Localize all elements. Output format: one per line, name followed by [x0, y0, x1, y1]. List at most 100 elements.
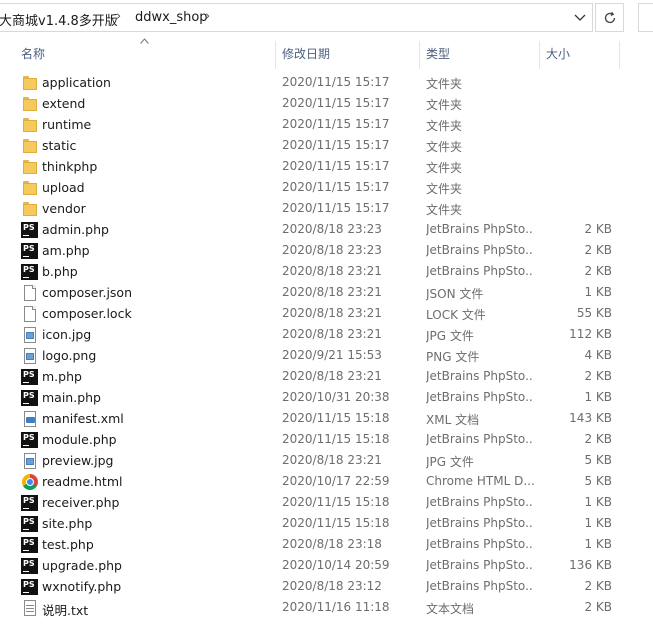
file-row[interactable]: thinkphp 2020/11/15 15:17 文件夹	[0, 157, 653, 178]
file-row[interactable]: icon.jpg 2020/8/18 23:21 JPG 文件 112 KB	[0, 325, 653, 346]
breadcrumb-parent[interactable]: 大商城v1.4.8多开版	[0, 10, 118, 29]
chevron-down-icon[interactable]	[567, 4, 592, 31]
file-date: 2020/11/15 15:17	[282, 117, 390, 131]
file-name: static	[42, 138, 77, 153]
phpstorm-icon: PS	[21, 264, 38, 280]
file-row[interactable]: runtime 2020/11/15 15:17 文件夹	[0, 115, 653, 136]
file-row[interactable]: PS module.php 2020/11/15 15:18 JetBrains Ph…	[0, 430, 653, 451]
breadcrumb-separator-icon[interactable]: ›	[205, 9, 210, 24]
file-row[interactable]: logo.png 2020/9/21 15:53 PNG 文件 4 KB	[0, 346, 653, 367]
file-date: 2020/11/15 15:17	[282, 201, 390, 215]
file-type: 文件夹	[426, 119, 463, 133]
refresh-button[interactable]	[595, 3, 624, 32]
file-date: 2020/10/17 22:59	[282, 474, 390, 488]
file-type: JetBrains PhpSto...	[426, 390, 534, 404]
file-name: vendor	[42, 201, 86, 216]
file-type: JetBrains PhpSto...	[426, 579, 534, 593]
file-name: upload	[42, 180, 85, 195]
file-type: JSON 文件	[426, 287, 484, 301]
folder-icon	[21, 117, 38, 133]
phpstorm-icon: PS	[21, 222, 38, 238]
file-row[interactable]: static 2020/11/15 15:17 文件夹	[0, 136, 653, 157]
file-row[interactable]: PS upgrade.php 2020/10/14 20:59 JetBrains P…	[0, 556, 653, 577]
file-row[interactable]: PS site.php 2020/11/15 15:18 JetBrains PhpS…	[0, 514, 653, 535]
file-type: 文件夹	[426, 98, 463, 112]
file-name: manifest.xml	[42, 411, 124, 426]
image-icon	[21, 453, 38, 469]
file-type: JPG 文件	[426, 329, 474, 343]
file-name: logo.png	[42, 348, 97, 363]
file-size: 2 KB	[584, 222, 612, 236]
file-row[interactable]: readme.html 2020/10/17 22:59 Chrome HTML D…	[0, 472, 653, 493]
phpstorm-icon: PS	[21, 537, 38, 553]
document-icon	[21, 285, 38, 301]
file-row[interactable]: PS am.php 2020/8/18 23:23 JetBrains PhpSto.…	[0, 241, 653, 262]
file-name: site.php	[42, 516, 93, 531]
file-date: 2020/11/15 15:18	[282, 516, 390, 530]
file-date: 2020/11/15 15:17	[282, 159, 390, 173]
scrollbar-track[interactable]	[648, 36, 653, 625]
column-header-type[interactable]: 类型	[426, 45, 450, 62]
folder-icon	[21, 75, 38, 91]
file-size: 4 KB	[584, 348, 612, 362]
address-field[interactable]: 大商城v1.4.8多开版 › ddwx_shop ›	[0, 3, 593, 32]
column-divider[interactable]	[619, 41, 620, 69]
column-header-size[interactable]: 大小	[546, 45, 570, 62]
file-name: readme.html	[42, 474, 123, 489]
column-divider[interactable]	[275, 41, 276, 69]
file-type: 文件夹	[426, 140, 463, 154]
file-size: 136 KB	[569, 558, 612, 572]
chrome-icon	[21, 474, 38, 490]
search-box[interactable]	[638, 3, 653, 32]
file-type: 文件夹	[426, 182, 463, 196]
breadcrumb-separator-icon[interactable]: ›	[116, 9, 121, 24]
file-row[interactable]: PS main.php 2020/10/31 20:38 JetBrains PhpS…	[0, 388, 653, 409]
phpstorm-icon: PS	[21, 243, 38, 259]
file-type: 文本文档	[426, 602, 475, 616]
file-name: upgrade.php	[42, 558, 122, 573]
file-name: admin.php	[42, 222, 109, 237]
file-row[interactable]: application 2020/11/15 15:17 文件夹	[0, 73, 653, 94]
file-type: JetBrains PhpSto...	[426, 264, 534, 278]
file-date: 2020/11/15 15:17	[282, 138, 390, 152]
column-header-date[interactable]: 修改日期	[282, 45, 330, 62]
column-divider[interactable]	[539, 41, 540, 69]
file-date: 2020/11/15 15:18	[282, 495, 390, 509]
file-row[interactable]: PS receiver.php 2020/11/15 15:18 JetBrains …	[0, 493, 653, 514]
file-row[interactable]: 说明.txt 2020/11/16 11:18 文本文档 2 KB	[0, 598, 653, 619]
phpstorm-icon: PS	[21, 495, 38, 511]
file-date: 2020/11/15 15:17	[282, 96, 390, 110]
file-name: wxnotify.php	[42, 579, 122, 594]
file-row[interactable]: manifest.xml 2020/11/15 15:18 XML 文档 143 KB	[0, 409, 653, 430]
file-date: 2020/8/18 23:21	[282, 285, 382, 299]
file-type: JetBrains PhpSto...	[426, 432, 534, 446]
file-row[interactable]: composer.lock 2020/8/18 23:21 LOCK 文件 55 KB	[0, 304, 653, 325]
file-row[interactable]: PS wxnotify.php 2020/8/18 23:12 JetBrains P…	[0, 577, 653, 598]
file-size: 5 KB	[584, 474, 612, 488]
breadcrumb-current[interactable]: ddwx_shop	[135, 10, 208, 25]
file-row[interactable]: PS admin.php 2020/8/18 23:23 JetBrains PhpS…	[0, 220, 653, 241]
file-row[interactable]: composer.json 2020/8/18 23:21 JSON 文件 1 KB	[0, 283, 653, 304]
file-row[interactable]: vendor 2020/11/15 15:17 文件夹	[0, 199, 653, 220]
file-name: am.php	[42, 243, 90, 258]
file-row[interactable]: PS m.php 2020/8/18 23:21 JetBrains PhpSto..…	[0, 367, 653, 388]
column-divider[interactable]	[419, 41, 420, 69]
file-date: 2020/11/15 15:17	[282, 180, 390, 194]
file-type: JetBrains PhpSto...	[426, 516, 534, 530]
phpstorm-icon: PS	[21, 516, 38, 532]
file-name: preview.jpg	[42, 453, 114, 468]
file-row[interactable]: upload 2020/11/15 15:17 文件夹	[0, 178, 653, 199]
folder-icon	[21, 159, 38, 175]
file-row[interactable]: extend 2020/11/15 15:17 文件夹	[0, 94, 653, 115]
file-date: 2020/8/18 23:21	[282, 327, 382, 341]
phpstorm-icon: PS	[21, 579, 38, 595]
file-size: 2 KB	[584, 579, 612, 593]
column-header-name[interactable]: 名称	[21, 45, 45, 62]
file-row[interactable]: preview.jpg 2020/8/18 23:21 JPG 文件 5 KB	[0, 451, 653, 472]
file-row[interactable]: PS b.php 2020/8/18 23:21 JetBrains PhpSto..…	[0, 262, 653, 283]
file-row[interactable]: PS test.php 2020/8/18 23:18 JetBrains PhpSt…	[0, 535, 653, 556]
file-list: application 2020/11/15 15:17 文件夹 extend 2020…	[0, 73, 653, 619]
phpstorm-icon: PS	[21, 432, 38, 448]
file-name: icon.jpg	[42, 327, 92, 342]
file-type: JPG 文件	[426, 455, 474, 469]
